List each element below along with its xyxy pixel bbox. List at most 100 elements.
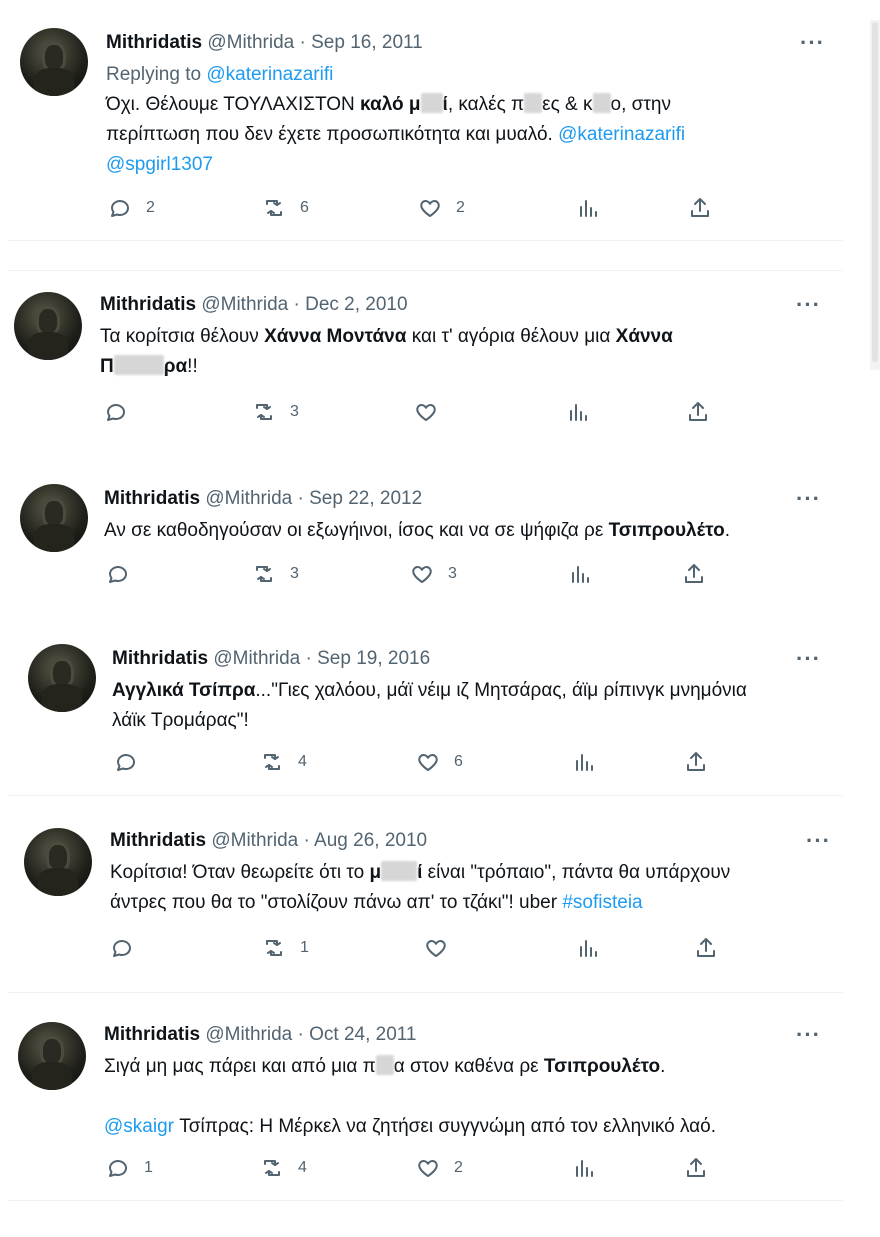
retweet-button[interactable]: 3 [252,400,299,424]
tweet-header: Mithridatis @Mithrida · Sep 22, 2012 [104,488,422,510]
author-handle[interactable]: @Mithrida [201,294,288,315]
more-icon[interactable]: ··· [796,292,821,318]
views-button[interactable] [566,400,590,424]
tweet-text: Κορίτσια! Όταν θεωρείτε ότι το μί είναι … [110,858,840,918]
author-handle[interactable]: @Mithrida [213,648,300,669]
more-icon[interactable]: ··· [796,646,821,672]
share-button[interactable] [682,562,706,586]
text-bold: Π [100,356,114,377]
share-button[interactable] [694,936,718,960]
views-button[interactable] [572,750,596,774]
mention-link[interactable]: @skaigr [104,1116,174,1137]
author-handle[interactable]: @Mithrida [205,488,292,509]
retweet-button[interactable]: 1 [262,936,309,960]
divider [8,795,843,796]
views-icon [572,566,589,583]
author-name[interactable]: Mithridatis [104,1024,200,1045]
views-icon [580,200,597,217]
retweet-button[interactable]: 4 [260,750,307,774]
like-button[interactable]: 2 [416,1156,463,1180]
share-button[interactable] [684,750,708,774]
reply-button[interactable]: 1 [106,1156,153,1180]
retweet-button[interactable]: 3 [252,562,299,586]
reply-icon [109,1160,127,1177]
author-handle[interactable]: @Mithrida [211,830,298,851]
reply-button[interactable] [106,562,130,586]
share-icon [691,198,709,217]
tweet[interactable]: Mithridatis @Mithrida · Aug 26, 2010 ···… [0,800,845,980]
share-button[interactable] [686,400,710,424]
tweet-text: Αν σε καθοδηγούσαν οι εξωγήινοι, ίσος κα… [104,516,824,546]
tweet-date[interactable]: · Dec 2, 2010 [294,294,408,315]
like-button[interactable]: 2 [418,196,465,220]
avatar[interactable] [24,828,92,896]
like-button[interactable] [424,936,448,960]
author-name[interactable]: Mithridatis [106,32,202,53]
like-button[interactable] [414,400,438,424]
tweet[interactable]: Mithridatis @Mithrida · Sep 16, 2011 ···… [0,0,845,240]
author-name[interactable]: Mithridatis [104,488,200,509]
author-handle[interactable]: @Mithrida [205,1024,292,1045]
text-bold: καλό μ [360,94,421,115]
reply-button[interactable] [114,750,138,774]
author-handle[interactable]: @Mithrida [207,32,294,53]
replying-label: Replying to [106,64,202,85]
views-button[interactable] [568,562,592,586]
share-button[interactable] [684,1156,708,1180]
views-icon [576,1160,593,1177]
scrollbar-thumb[interactable] [872,22,878,362]
hashtag-link[interactable]: #sofisteia [562,892,642,913]
views-button[interactable] [576,936,600,960]
like-icon [420,200,440,217]
reply-button[interactable] [104,400,128,424]
tweet-header: Mithridatis @Mithrida · Dec 2, 2010 [100,294,408,316]
retweet-icon [256,566,272,582]
tweet[interactable]: Mithridatis @Mithrida · Sep 19, 2016 ···… [0,630,845,795]
tweet-text: Αγγλικά Τσίπρα..."Γιες χαλόου, μάϊ νέιμ … [112,676,832,736]
retweet-button[interactable]: 4 [260,1156,307,1180]
tweet-date[interactable]: · Aug 26, 2010 [304,830,428,851]
retweet-button[interactable]: 6 [262,196,309,220]
more-icon[interactable]: ··· [796,1022,821,1048]
share-icon [697,938,715,957]
like-icon [418,1160,438,1177]
avatar[interactable] [20,484,88,552]
text-segment: ..."Γιες χαλόου, μάϊ νέιμ ιζ Μητσάρας, ά… [255,680,747,701]
tweet-date[interactable]: · Sep 19, 2016 [306,648,431,669]
tweet[interactable]: Mithridatis @Mithrida · Oct 24, 2011 ···… [0,1000,845,1200]
tweet[interactable]: Mithridatis @Mithrida · Sep 22, 2012 ···… [0,470,845,610]
text-segment: λάϊκ Τρομάρας"! [112,710,249,731]
mention-link[interactable]: @katerinazarifi [558,124,685,145]
redaction-blur [381,861,418,881]
views-button[interactable] [572,1156,596,1180]
share-button[interactable] [688,196,712,220]
like-button[interactable]: 6 [416,750,463,774]
author-name[interactable]: Mithridatis [112,648,208,669]
more-icon[interactable]: ··· [796,486,821,512]
like-icon [416,404,436,421]
retweet-count: 3 [290,565,299,582]
text-bold: μ [369,862,382,883]
tweet[interactable]: Mithridatis @Mithrida · Dec 2, 2010 ··· … [0,270,845,450]
tweet-date[interactable]: · Sep 16, 2011 [300,32,423,53]
reply-count: 2 [146,199,155,216]
avatar[interactable] [14,292,82,360]
author-name[interactable]: Mithridatis [110,830,206,851]
reply-icon [117,754,135,771]
text-segment: Σιγά μη μας πάρει και από μια π [104,1056,376,1077]
retweet-icon [264,754,280,770]
avatar[interactable] [20,28,88,96]
reply-button[interactable] [110,936,134,960]
tweet-date[interactable]: · Sep 22, 2012 [298,488,423,509]
more-icon[interactable]: ··· [806,828,831,854]
reply-mention-link[interactable]: @katerinazarifi [206,64,333,85]
avatar[interactable] [28,644,96,712]
reply-button[interactable]: 2 [108,196,155,220]
more-icon[interactable]: ··· [800,30,825,56]
author-name[interactable]: Mithridatis [100,294,196,315]
views-button[interactable] [576,196,600,220]
mention-link[interactable]: @spgirl1307 [106,154,213,175]
tweet-date[interactable]: · Oct 24, 2011 [298,1024,417,1045]
avatar[interactable] [18,1022,86,1090]
like-button[interactable]: 3 [410,562,457,586]
